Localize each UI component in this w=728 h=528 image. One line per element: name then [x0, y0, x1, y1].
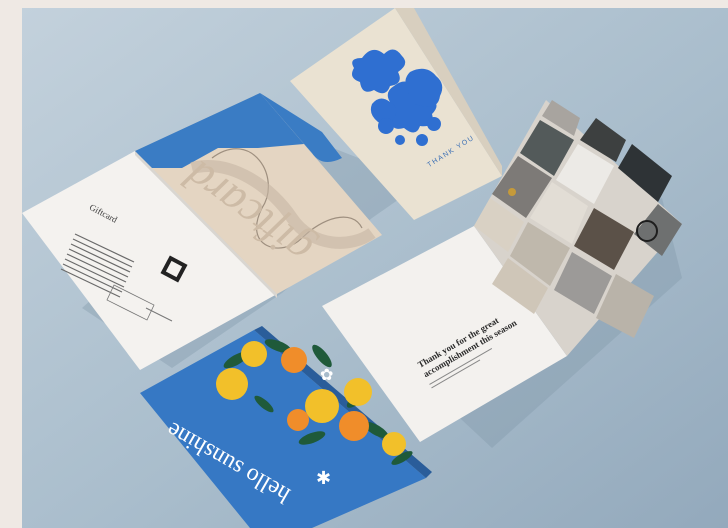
- lemon: [241, 341, 267, 367]
- blossom-icon: ✿: [320, 367, 333, 384]
- lemon: [305, 389, 339, 423]
- orange: [281, 347, 307, 373]
- lemon: [382, 432, 406, 456]
- mockup-scene: giftcard Giftcard THANK YOU Thank you fo…: [22, 8, 728, 528]
- blossom-icon: ✱: [316, 468, 331, 488]
- lemon: [344, 378, 372, 406]
- lemon: [216, 368, 248, 400]
- product-photo: giftcard Giftcard THANK YOU Thank you fo…: [22, 8, 728, 528]
- orange: [287, 409, 309, 431]
- photo-detail: [508, 188, 516, 196]
- orange: [339, 411, 369, 441]
